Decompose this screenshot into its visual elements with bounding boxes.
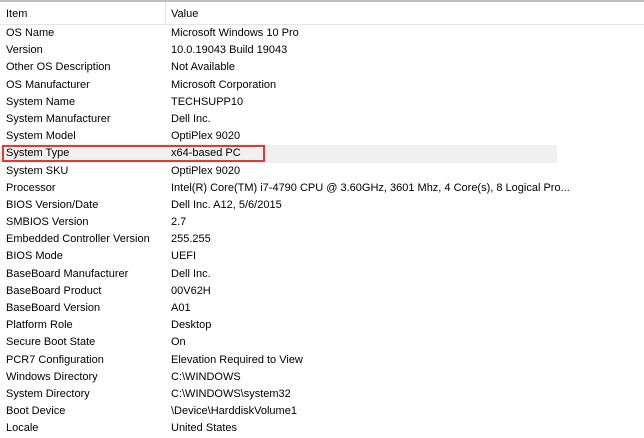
table-row[interactable]: System Model OptiPlex 9020: [0, 128, 644, 145]
table-row[interactable]: System Manufacturer Dell Inc.: [0, 111, 644, 128]
row-value: OptiPlex 9020: [171, 164, 241, 177]
column-header-item[interactable]: Item: [6, 8, 27, 20]
row-value: Dell Inc.: [171, 267, 211, 280]
table-row[interactable]: Secure Boot State On: [0, 334, 644, 351]
table-row[interactable]: BaseBoard Version A01: [0, 300, 644, 317]
table-row[interactable]: Version 10.0.19043 Build 19043: [0, 42, 644, 59]
row-item: PCR7 Configuration: [6, 353, 104, 366]
row-item: Windows Directory: [6, 370, 98, 383]
row-item: BaseBoard Version: [6, 302, 101, 314]
table-row[interactable]: Other OS Description Not Available: [0, 59, 644, 76]
table-row[interactable]: Embedded Controller Version 255.255: [0, 231, 644, 248]
table-row[interactable]: BIOS Mode UEFI: [0, 248, 644, 265]
row-value: Microsoft Corporation: [171, 78, 277, 91]
row-item: Boot Device: [6, 405, 66, 418]
row-value: Desktop: [171, 319, 212, 332]
row-value: 00V62H: [171, 284, 211, 297]
table-row[interactable]: System SKU OptiPlex 9020: [0, 163, 644, 180]
row-value: C:\WINDOWS\system32: [171, 387, 291, 400]
row-value: C:\WINDOWS: [171, 370, 241, 383]
row-item: Other OS Description: [6, 61, 111, 74]
table-row[interactable]: Windows Directory C:\WINDOWS: [0, 369, 644, 386]
row-item: OS Manufacturer: [6, 78, 90, 91]
row-value: 255.255: [171, 233, 211, 246]
row-item: BIOS Mode: [6, 250, 63, 263]
row-item: Version: [6, 44, 43, 57]
list-header: Item Value: [0, 2, 644, 25]
table-row[interactable]: Boot Device \Device\HarddiskVolume1: [0, 403, 644, 420]
row-item: BaseBoard Manufacturer: [6, 267, 129, 280]
row-item: Embedded Controller Version: [6, 233, 150, 246]
row-item: Platform Role: [6, 319, 73, 332]
table-row[interactable]: PCR7 Configuration Elevation Required to …: [0, 352, 644, 369]
column-separator[interactable]: [165, 2, 166, 24]
row-value: 2.7: [171, 216, 187, 229]
row-value: Elevation Required to View: [171, 353, 303, 366]
table-row[interactable]: SMBIOS Version 2.7: [0, 214, 644, 231]
column-header-value[interactable]: Value: [171, 8, 198, 20]
table-row[interactable]: BIOS Version/Date Dell Inc. A12, 5/6/2015: [0, 197, 644, 214]
row-item: BIOS Version/Date: [6, 198, 99, 211]
row-value: UEFI: [171, 250, 197, 263]
table-row[interactable]: OS Name Microsoft Windows 10 Pro: [0, 25, 644, 42]
row-item: Secure Boot State: [6, 336, 96, 349]
row-item: System SKU: [6, 164, 69, 177]
row-value: Microsoft Windows 10 Pro: [171, 27, 299, 39]
table-row[interactable]: Processor Intel(R) Core(TM) i7-4790 CPU @…: [0, 180, 644, 197]
table-row[interactable]: OS Manufacturer Microsoft Corporation: [0, 77, 644, 94]
row-item: System Model: [6, 130, 76, 143]
row-item: System Name: [6, 95, 76, 108]
row-item: Processor: [6, 181, 56, 194]
table-row[interactable]: System Name TECHSUPP10: [0, 94, 644, 111]
row-value: \Device\HarddiskVolume1: [171, 405, 297, 418]
annotation-highlight-box: [2, 145, 265, 162]
row-item: BaseBoard Product: [6, 284, 102, 297]
row-value: Intel(R) Core(TM) i7-4790 CPU @ 3.60GHz,…: [171, 181, 570, 194]
row-item: SMBIOS Version: [6, 216, 89, 229]
table-row[interactable]: BaseBoard Manufacturer Dell Inc.: [0, 266, 644, 283]
row-item: System Manufacturer: [6, 112, 111, 125]
table-row[interactable]: System Directory C:\WINDOWS\system32: [0, 386, 644, 403]
row-value: OptiPlex 9020: [171, 130, 241, 143]
row-item: System Directory: [6, 387, 90, 400]
row-value: On: [171, 336, 186, 349]
row-value: A01: [171, 302, 191, 314]
row-item: OS Name: [6, 27, 55, 39]
table-row[interactable]: BaseBoard Product 00V62H: [0, 283, 644, 300]
row-value: Dell Inc.: [171, 112, 211, 125]
system-summary-list: OS Name Microsoft Windows 10 Pro Version 1…: [0, 25, 644, 438]
row-value: Dell Inc. A12, 5/6/2015: [171, 198, 282, 211]
table-row[interactable]: Platform Role Desktop: [0, 317, 644, 334]
row-value: TECHSUPP10: [171, 95, 244, 108]
row-value: 10.0.19043 Build 19043: [171, 44, 288, 57]
row-value: Not Available: [171, 61, 236, 74]
